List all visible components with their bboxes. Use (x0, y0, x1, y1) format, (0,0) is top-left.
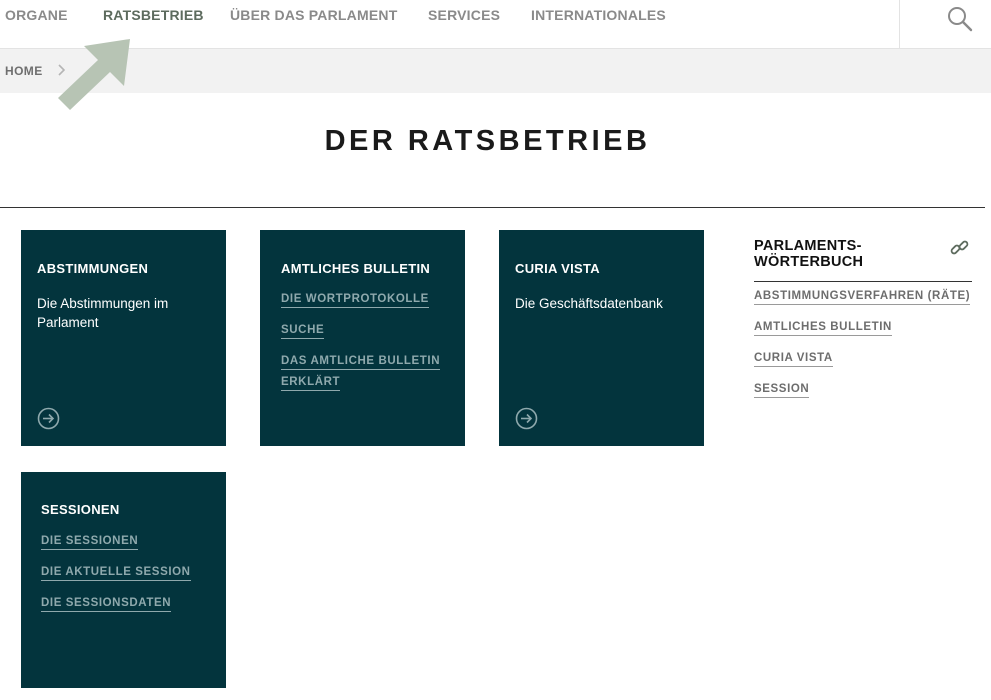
circle-arrow-right-icon[interactable] (37, 407, 60, 430)
breadcrumb-home[interactable]: HOME (5, 64, 43, 78)
tile-title: CURIA VISTA (515, 261, 600, 276)
nav-item-organe[interactable]: ORGANE (5, 7, 68, 23)
tile-amtliches-bulletin: AMTLICHES BULLETIN DIE WORTPROTOKOLLE SU… (260, 230, 465, 446)
nav-item-ratsbetrieb[interactable]: RATSBETRIEB (103, 7, 204, 23)
link-bulletin-erklaert[interactable]: DAS AMTLICHE BULLETIN ERKLÄRT (281, 351, 441, 393)
tile-sessionen: SESSIONEN DIE SESSIONEN DIE AKTUELLE SES… (21, 472, 226, 688)
tile-title: ABSTIMMUNGEN (37, 261, 149, 276)
pointer-arrow-icon (58, 39, 130, 110)
link-sessionsdaten[interactable]: DIE SESSIONSDATEN (41, 593, 172, 614)
tile-abstimmungen[interactable]: ABSTIMMUNGEN Die Abstimmungen im Parlame… (21, 230, 226, 446)
link-die-sessionen[interactable]: DIE SESSIONEN (41, 531, 139, 552)
glossary-link-amtliches-bulletin[interactable]: AMTLICHES BULLETIN (754, 321, 892, 336)
divider (0, 207, 985, 208)
link-wortprotokolle[interactable]: DIE WORTPROTOKOLLE (281, 289, 429, 310)
tile-title: AMTLICHES BULLETIN (281, 261, 431, 276)
glossary-link-abstimmungsverfahren[interactable]: ABSTIMMUNGSVERFAHREN (RÄTE) (754, 290, 971, 305)
tile-description: Die Abstimmungen im Parlament (37, 296, 169, 330)
top-navigation: ORGANE RATSBETRIEB ÜBER DAS PARLAMENT SE… (0, 0, 991, 49)
tile-title: SESSIONEN (41, 502, 120, 517)
nav-item-ueber-das-parlament[interactable]: ÜBER DAS PARLAMENT (230, 7, 397, 23)
circle-arrow-right-icon[interactable] (515, 407, 538, 430)
nav-item-services[interactable]: SERVICES (428, 7, 500, 23)
breadcrumb: HOME (0, 49, 991, 93)
link-aktuelle-session[interactable]: DIE AKTUELLE SESSION (41, 562, 191, 583)
glossary-panel: PARLAMENTS- WÖRTERBUCH ABSTIMMUNGSVERFAH… (754, 236, 972, 398)
glossary-title: PARLAMENTS- WÖRTERBUCH (754, 238, 864, 270)
nav-item-internationales[interactable]: INTERNATIONALES (531, 7, 666, 23)
page-title: DER RATSBETRIEB (324, 125, 651, 157)
glossary-link-session[interactable]: SESSION (754, 383, 810, 398)
search-button[interactable] (899, 0, 991, 48)
link-icon[interactable] (950, 238, 970, 258)
search-icon (948, 7, 973, 32)
glossary-header: PARLAMENTS- WÖRTERBUCH (754, 236, 972, 282)
tile-description: Die Geschäftsdatenbank (515, 296, 663, 311)
link-suche[interactable]: SUCHE (281, 320, 325, 341)
tile-curia-vista[interactable]: CURIA VISTA Die Geschäftsdatenbank (499, 230, 704, 446)
glossary-link-curia-vista[interactable]: CURIA VISTA (754, 352, 833, 367)
